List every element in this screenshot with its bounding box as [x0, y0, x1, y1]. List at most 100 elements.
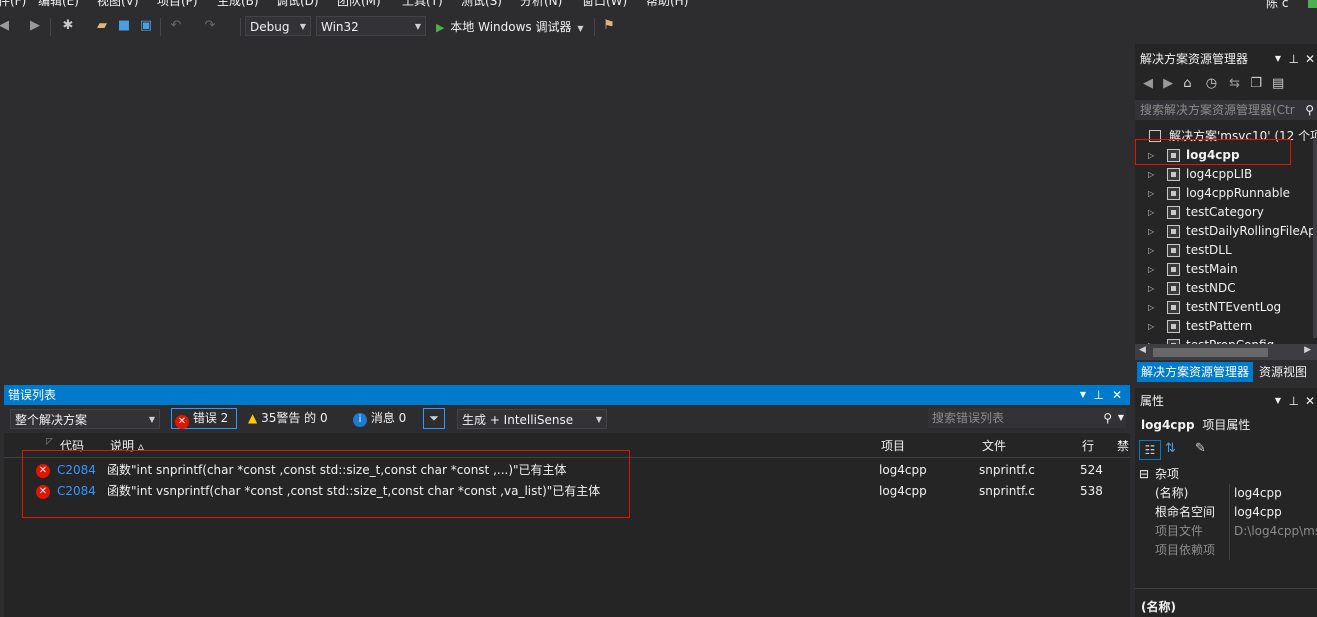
column-file[interactable]: 文件: [982, 437, 1006, 454]
property-row[interactable]: 根命名空间 log4cpp: [1135, 503, 1317, 522]
project-node[interactable]: ▷ testNDC: [1135, 279, 1317, 298]
pin-icon[interactable]: ⊥: [1289, 49, 1299, 69]
project-node[interactable]: ▷ testNTEventLog: [1135, 298, 1317, 317]
menu-help[interactable]: 帮助(H): [646, 0, 688, 9]
property-row[interactable]: (名称) log4cpp: [1135, 484, 1317, 503]
property-row[interactable]: 项目依赖项: [1135, 541, 1317, 560]
error-search-placeholder: 搜索错误列表: [932, 411, 1005, 425]
pending-changes-icon[interactable]: ◷: [1206, 76, 1217, 91]
menu-file[interactable]: 文件(F): [0, 0, 26, 9]
menu-window[interactable]: 窗口(W): [582, 0, 627, 9]
expand-icon[interactable]: ▷: [1148, 279, 1154, 298]
forward-icon[interactable]: ▶: [1163, 76, 1173, 91]
menu-view[interactable]: 视图(V): [97, 0, 139, 9]
expand-icon[interactable]: ▷: [1148, 165, 1154, 184]
project-icon: [1167, 187, 1180, 200]
expand-icon[interactable]: ▷: [1148, 222, 1154, 241]
error-list-title-text: 错误列表: [8, 388, 57, 402]
menu-test[interactable]: 测试(S): [461, 0, 502, 9]
column-line[interactable]: 行: [1082, 437, 1094, 454]
show-all-files-icon[interactable]: ▤: [1272, 76, 1284, 91]
alphabetical-icon[interactable]: ⇅: [1165, 441, 1176, 456]
menu-project[interactable]: 项目(P): [157, 0, 198, 9]
forward-icon[interactable]: ▶: [27, 18, 43, 34]
errors-filter-button[interactable]: ✕ 错误 2: [171, 408, 237, 429]
toolbar-separator: [50, 18, 51, 36]
chevron-down-icon[interactable]: ▼: [1275, 391, 1281, 411]
vertical-scrollbar[interactable]: [1313, 138, 1317, 338]
property-category[interactable]: ⊟ 杂项: [1135, 465, 1317, 484]
configuration-dropdown[interactable]: Debug ▼: [245, 16, 311, 36]
horizontal-scrollbar[interactable]: ◀ ▶: [1135, 344, 1317, 361]
error-list-toolbar: 整个解决方案 ▼ ✕ 错误 2 ▲ 35警告 的 0 i 消息 0 ⏷ 生成 +…: [4, 405, 1130, 433]
property-pages-icon[interactable]: ✎: [1195, 441, 1206, 456]
feedback-icon[interactable]: [1308, 0, 1317, 8]
chevron-down-icon[interactable]: ▼: [1275, 49, 1281, 69]
expand-icon[interactable]: ▷: [1148, 184, 1154, 203]
messages-filter-button[interactable]: i 消息 0: [353, 408, 406, 429]
project-node[interactable]: ▷ testCategory: [1135, 203, 1317, 222]
error-search-input[interactable]: 搜索错误列表 ⚲ ▼: [928, 408, 1126, 428]
expand-icon[interactable]: ▷: [1148, 203, 1154, 222]
filter-icon[interactable]: ⏷: [423, 408, 445, 429]
pin-icon[interactable]: ⊥: [1289, 391, 1299, 411]
column-suppression[interactable]: 禁: [1117, 437, 1129, 454]
categorized-icon[interactable]: ☷: [1139, 440, 1161, 460]
back-icon[interactable]: ◀: [1143, 76, 1153, 91]
project-icon: [1167, 225, 1180, 238]
build-filter-dropdown[interactable]: 生成 + IntelliSense ▼: [457, 409, 607, 429]
menu-team[interactable]: 团队(M): [337, 0, 381, 9]
close-icon[interactable]: ✕: [1305, 391, 1315, 411]
menu-analyze[interactable]: 分析(N): [520, 0, 562, 9]
chevron-down-icon: ▼: [1117, 413, 1124, 422]
chevron-down-icon[interactable]: ▼: [1080, 385, 1086, 405]
platform-dropdown[interactable]: Win32 ▼: [316, 16, 426, 36]
divider: [1229, 484, 1230, 503]
collapse-all-icon[interactable]: ❐: [1250, 76, 1262, 91]
highlight-box: [22, 450, 630, 518]
save-icon[interactable]: ■: [116, 18, 132, 34]
expand-icon[interactable]: ▷: [1148, 317, 1154, 336]
column-project[interactable]: 项目: [881, 437, 905, 454]
solution-search-input[interactable]: 搜索解决方案资源管理器(Ctr ⚲: [1135, 100, 1317, 120]
tab-resource-view[interactable]: 资源视图: [1255, 362, 1311, 382]
properties-object: log4cpp 项目属性: [1141, 415, 1250, 435]
project-node[interactable]: ▷ testMain: [1135, 260, 1317, 279]
undo-icon[interactable]: ↶: [168, 18, 184, 34]
project-node[interactable]: ▷ log4cppLIB: [1135, 165, 1317, 184]
scroll-right-icon[interactable]: ▶: [1304, 345, 1311, 355]
project-node[interactable]: ▷ testDailyRollingFileApp: [1135, 222, 1317, 241]
tab-solution-explorer[interactable]: 解决方案资源管理器: [1137, 362, 1254, 382]
back-icon[interactable]: ◀: [0, 18, 12, 34]
property-row[interactable]: 项目文件 D:\log4cpp\msvc: [1135, 522, 1317, 541]
redo-icon[interactable]: ↷: [202, 18, 218, 34]
collapse-icon[interactable]: ⊟: [1139, 465, 1149, 484]
menu-edit[interactable]: 编辑(E): [38, 0, 79, 9]
expand-icon[interactable]: ▷: [1148, 260, 1154, 279]
sync-icon[interactable]: ⇆: [1229, 76, 1240, 91]
open-folder-icon[interactable]: ▰: [94, 18, 110, 34]
platform-value: Win32: [321, 20, 359, 34]
close-icon[interactable]: ✕: [1112, 385, 1122, 405]
menu-tools[interactable]: 工具(T): [402, 0, 443, 9]
close-icon[interactable]: ✕: [1305, 49, 1315, 69]
scrollbar-thumb[interactable]: [1153, 348, 1268, 357]
start-debugging-button[interactable]: ▶ 本地 Windows 调试器 ▼: [436, 17, 590, 37]
home-icon[interactable]: ⌂: [1183, 76, 1191, 91]
save-all-icon[interactable]: ▣: [138, 18, 154, 34]
scroll-left-icon[interactable]: ◀: [1139, 345, 1146, 355]
scope-dropdown[interactable]: 整个解决方案 ▼: [10, 409, 160, 429]
menu-debug[interactable]: 调试(D): [276, 0, 319, 9]
project-node[interactable]: ▷ log4cppRunnable: [1135, 184, 1317, 203]
warnings-filter-button[interactable]: ▲ 35警告 的 0: [248, 408, 328, 429]
project-node[interactable]: ▷ testPattern: [1135, 317, 1317, 336]
expand-icon[interactable]: ▷: [1148, 241, 1154, 260]
user-name[interactable]: 陈 с: [1266, 0, 1288, 11]
menu-build[interactable]: 生成(B): [217, 0, 259, 9]
find-in-files-icon[interactable]: ⚑: [601, 18, 617, 34]
expand-icon[interactable]: ▷: [1148, 298, 1154, 317]
pin-icon[interactable]: ⊥: [1094, 385, 1104, 405]
column-options-icon[interactable]: ◸: [46, 437, 53, 447]
new-project-icon[interactable]: ✱: [60, 18, 76, 34]
project-node[interactable]: ▷ testDLL: [1135, 241, 1317, 260]
